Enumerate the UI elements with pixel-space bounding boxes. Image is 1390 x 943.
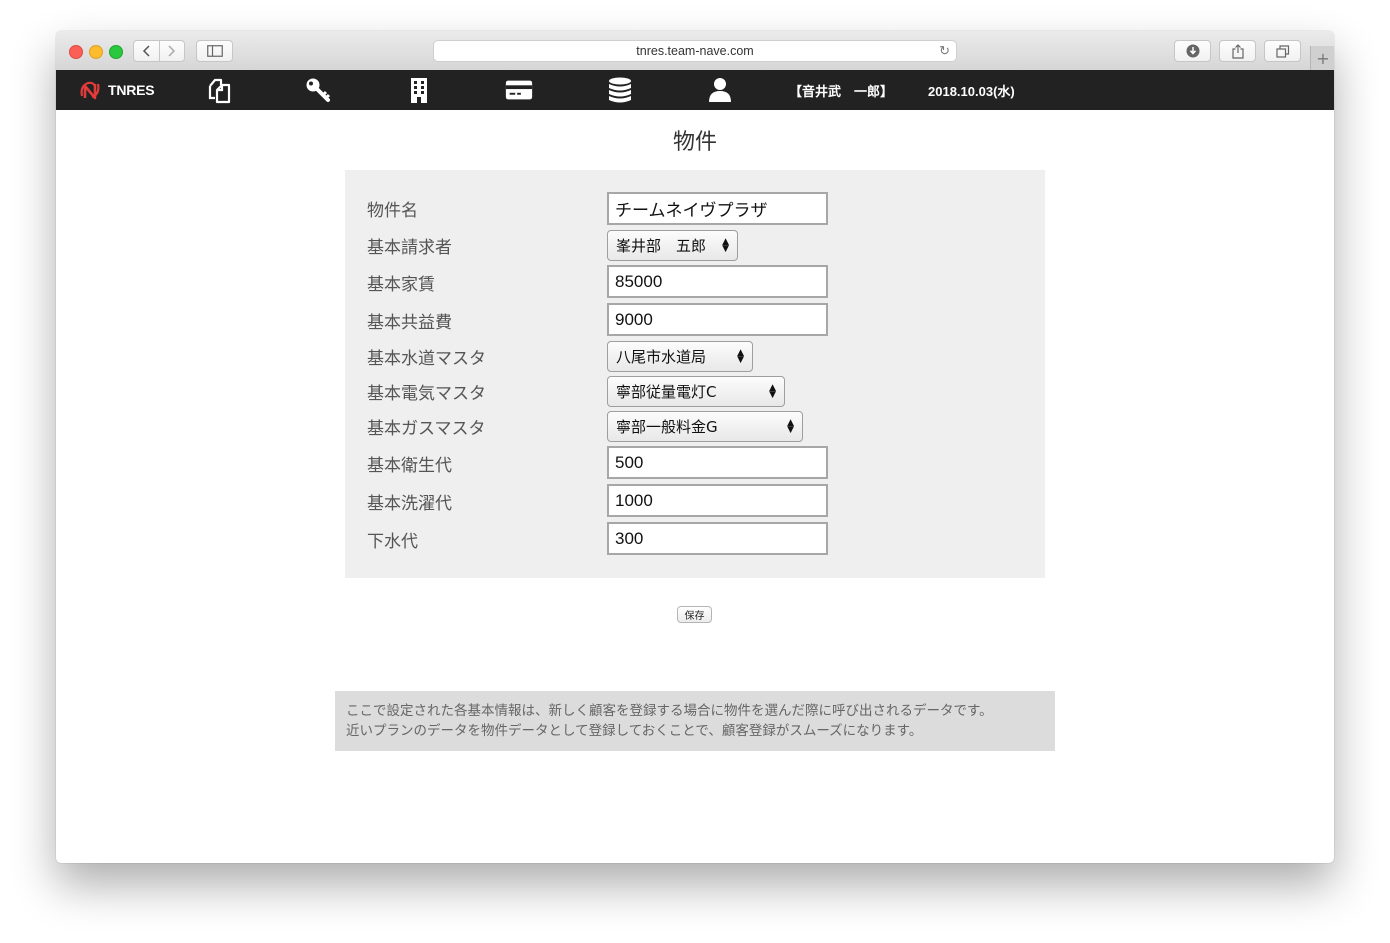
payment-nav-button[interactable] (504, 76, 534, 104)
new-tab-button[interactable]: + (1310, 46, 1334, 70)
plus-icon: + (1316, 48, 1330, 68)
save-button[interactable]: 保存 (677, 606, 712, 623)
app-logo[interactable]: TNRES (78, 78, 155, 102)
close-window-button[interactable] (69, 45, 83, 59)
electric-select-value: 寧部従量電灯C (616, 383, 717, 401)
billing-select-value: 峯井部 五郎 (616, 237, 707, 255)
database-icon (609, 77, 631, 103)
electric-select[interactable]: 寧部従量電灯C ▲ ▼ (607, 376, 785, 407)
gas-select[interactable]: 寧部一般料金G ▲ ▼ (607, 411, 803, 442)
current-user: 【音井武 一郎】 (789, 85, 894, 100)
logo-icon (80, 81, 100, 100)
user-icon (709, 78, 731, 102)
current-date: 2018.10.03(水) (928, 84, 1015, 99)
info-note: ここで設定された各基本情報は、新しく顧客を登録する場合に物件を選んだ際に呼び出さ… (335, 691, 1055, 751)
water-select[interactable]: 八尾市水道局 ▲ ▼ (607, 341, 753, 372)
documents-nav-button[interactable] (204, 76, 234, 104)
page-title: 物件 (672, 130, 717, 155)
history-nav (133, 40, 185, 62)
gas-select-value: 寧部一般料金G (616, 418, 718, 436)
database-nav-button[interactable] (605, 76, 635, 104)
select-arrows-icon: ▲ ▼ (737, 347, 744, 365)
laundry-label: 基本洗濯代 (367, 494, 452, 514)
documents-icon (208, 78, 231, 104)
browser-toolbar: tnres.team-nave.com ↻ + (56, 31, 1334, 71)
url-text: tnres.team-nave.com (636, 44, 754, 58)
common-fee-input[interactable]: 9000 (607, 303, 828, 336)
building-icon (411, 78, 427, 103)
download-icon (1186, 44, 1199, 58)
info-note-line-1: ここで設定された各基本情報は、新しく顧客を登録する場合に物件を選んだ際に呼び出さ… (346, 703, 993, 719)
laundry-input[interactable]: 1000 (607, 484, 828, 517)
billing-select[interactable]: 峯井部 五郎 ▲ ▼ (607, 230, 738, 261)
property-form: 物件名 チームネイヴプラザ 基本請求者 峯井部 五郎 ▲ ▼ 基本家賃 85000… (345, 170, 1045, 578)
zoom-window-button[interactable] (109, 45, 123, 59)
building-nav-button[interactable] (404, 76, 434, 104)
logo-text: TNRES (108, 82, 155, 98)
tabs-icon (1275, 44, 1289, 58)
share-button[interactable] (1219, 40, 1256, 62)
share-icon (1231, 43, 1244, 59)
select-arrows-icon: ▲ ▼ (787, 417, 794, 435)
sidebar-icon (206, 45, 223, 57)
forward-button[interactable] (160, 41, 185, 61)
downloads-button[interactable] (1174, 40, 1211, 62)
key-icon (306, 78, 331, 102)
chevron-right-icon (168, 45, 175, 57)
sanitation-label: 基本衛生代 (367, 456, 452, 476)
address-bar[interactable]: tnres.team-nave.com ↻ (433, 40, 957, 62)
reload-icon[interactable]: ↻ (939, 43, 950, 59)
browser-window: tnres.team-nave.com ↻ + TNRES 【音井武 一郎】 2… (56, 31, 1334, 863)
sanitation-input[interactable]: 500 (607, 446, 828, 479)
show-tabs-button[interactable] (1264, 40, 1301, 62)
water-label: 基本水道マスタ (367, 349, 486, 369)
property-name-label: 物件名 (367, 201, 418, 221)
back-button[interactable] (134, 41, 160, 61)
select-arrows-icon: ▲ ▼ (722, 236, 729, 254)
billing-label: 基本請求者 (367, 238, 452, 258)
app-navbar: TNRES 【音井武 一郎】 2018.10.03(水) (56, 70, 1334, 110)
rent-input[interactable]: 85000 (607, 265, 828, 298)
electric-label: 基本電気マスタ (367, 384, 486, 404)
property-name-input[interactable]: チームネイヴプラザ (607, 192, 828, 225)
common-fee-label: 基本共益費 (367, 313, 452, 333)
minimize-window-button[interactable] (89, 45, 103, 59)
user-nav-button[interactable] (705, 76, 735, 104)
card-icon (505, 80, 533, 100)
sidebar-toggle-button[interactable] (196, 40, 233, 62)
key-nav-button[interactable] (304, 76, 334, 104)
chevron-left-icon (143, 45, 150, 57)
gas-label: 基本ガスマスタ (367, 419, 486, 439)
select-arrows-icon: ▲ ▼ (769, 382, 776, 400)
rent-label: 基本家賃 (367, 275, 435, 295)
info-note-line-2: 近いプランのデータを物件データとして登録しておくことで、顧客登録がスムーズになり… (346, 723, 923, 739)
water-select-value: 八尾市水道局 (616, 348, 707, 366)
sewer-label: 下水代 (367, 532, 418, 552)
sewer-input[interactable]: 300 (607, 522, 828, 555)
